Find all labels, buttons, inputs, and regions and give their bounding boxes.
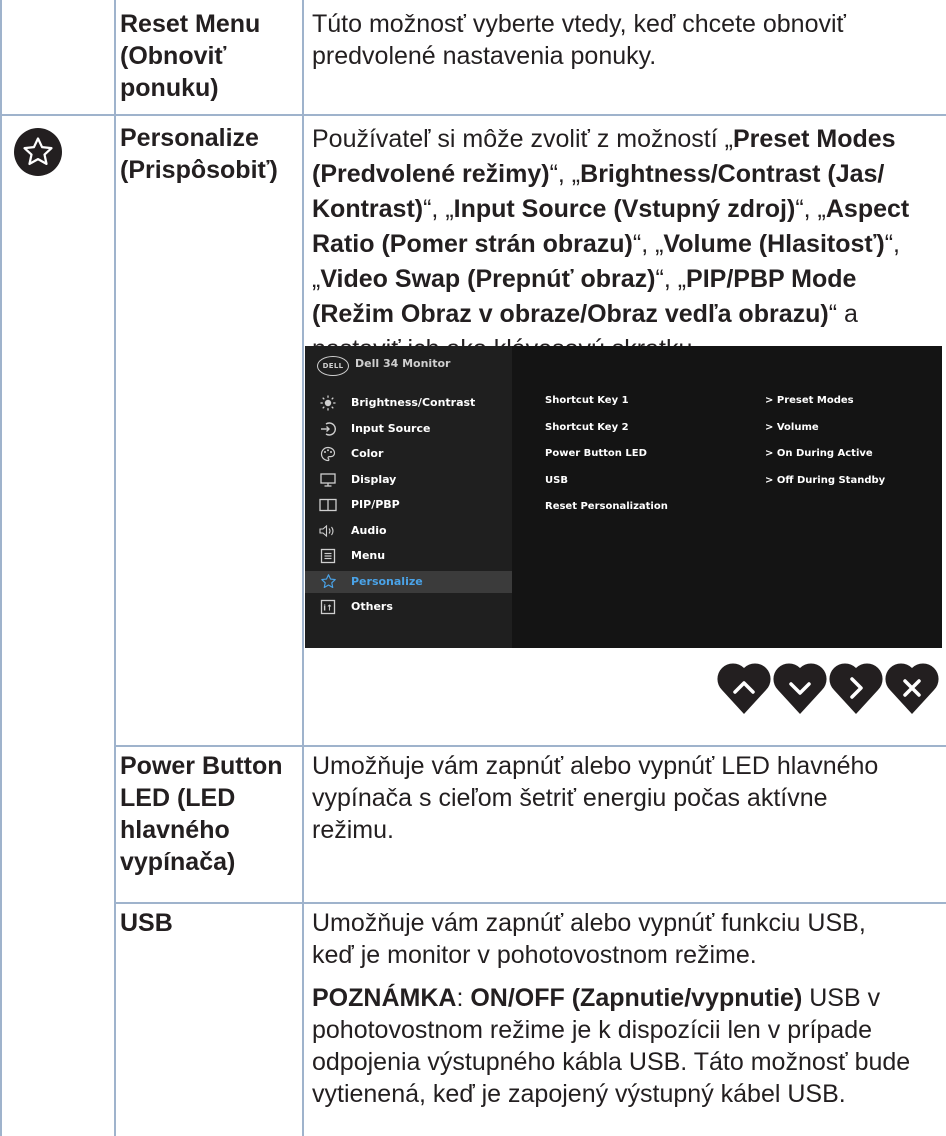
others-icon: i↑: [319, 599, 337, 615]
osd-menu-item-menu[interactable]: Menu: [305, 545, 512, 567]
osd-menu-label: PIP/PBP: [351, 498, 400, 511]
speaker-icon: [319, 523, 337, 539]
osd-settings-panel: Shortcut Key 1 > Preset Modes Shortcut Key…: [512, 346, 942, 648]
star-icon: [319, 574, 337, 590]
osd-setting-key: Reset Personalization: [545, 501, 668, 512]
sun-icon: [319, 395, 337, 411]
down-arrow-icon: [773, 663, 827, 714]
reset-menu-label: Reset Menu (Obnoviť ponuku): [120, 10, 261, 102]
osd-menu-item-color[interactable]: Color: [305, 443, 512, 465]
power-led-description: Umožňuje vám zapnúť alebo vypnúť LED hla…: [312, 752, 879, 844]
right-button[interactable]: [828, 660, 884, 716]
input-icon: [319, 421, 337, 437]
exit-button[interactable]: [884, 660, 940, 716]
personalize-description: Používateľ si môže zvoliť z možností „Pr…: [312, 125, 910, 363]
osd-setting-row[interactable]: Shortcut Key 2 > Volume: [512, 422, 942, 442]
osd-title: Dell 34 Monitor: [355, 357, 451, 370]
osd-menu-item-personalize[interactable]: Personalize: [305, 570, 512, 593]
up-arrow-icon: [717, 663, 771, 714]
osd-setting-key: Shortcut Key 1: [545, 395, 629, 406]
osd-menu-item-input-source[interactable]: Input Source: [305, 418, 512, 440]
table-border: [114, 902, 946, 904]
osd-menu-label: Input Source: [351, 421, 431, 435]
usb-note: POZNÁMKA: ON/OFF (Zapnutie/vypnutie) USB…: [312, 984, 911, 1108]
osd-setting-value: > On During Active: [765, 448, 873, 459]
osd-menu-label: Others: [351, 600, 393, 613]
osd-menu-item-display[interactable]: Display: [305, 469, 512, 491]
display-icon: [319, 472, 337, 488]
reset-menu-description: Túto možnosť vyberte vtedy, keď chcete o…: [312, 10, 846, 70]
osd-setting-key: USB: [545, 474, 568, 486]
osd-setting-value: > Preset Modes: [765, 395, 854, 406]
svg-text:i↑: i↑: [323, 604, 332, 613]
right-arrow-icon: [829, 663, 883, 714]
osd-setting-key: Shortcut Key 2: [545, 421, 629, 433]
usb-description: Umožňuje vám zapnúť alebo vypnúť funkciu…: [312, 909, 866, 969]
menu-icon: [319, 548, 337, 564]
table-border: [114, 745, 946, 747]
osd-menu-label: Brightness/Contrast: [351, 396, 476, 409]
osd-setting-row[interactable]: Power Button LED > On During Active: [512, 448, 942, 468]
usb-label: USB: [120, 909, 173, 937]
table-border: [0, 114, 946, 116]
osd-menu-label: Menu: [351, 549, 386, 562]
power-led-label: Power Button LED (LED hlavného vypínača): [120, 752, 283, 876]
osd-menu-item-others[interactable]: i↑ Others: [305, 596, 512, 618]
pip-icon: [319, 497, 337, 513]
osd-setting-row[interactable]: USB > Off During Standby: [512, 475, 942, 495]
osd-setting-value: > Off During Standby: [765, 474, 886, 486]
osd-menu-label: Personalize: [351, 574, 423, 588]
osd-sidebar: DELL Dell 34 Monitor Brightness/Contrast…: [305, 346, 512, 648]
palette-icon: [319, 446, 337, 462]
osd-setting-row[interactable]: Reset Personalization: [512, 501, 942, 521]
osd-setting-row[interactable]: Shortcut Key 1 > Preset Modes: [512, 395, 942, 415]
osd-menu-item-pip-pbp[interactable]: PIP/PBP: [305, 494, 512, 516]
osd-menu-item-audio[interactable]: Audio: [305, 520, 512, 542]
down-button[interactable]: [772, 660, 828, 716]
personalize-label: Personalize (Prispôsobiť): [120, 124, 278, 184]
dell-logo: DELL: [317, 356, 349, 376]
osd-menu-item-brightness-contrast[interactable]: Brightness/Contrast: [305, 392, 512, 414]
personalize-star-icon: [14, 128, 62, 176]
table-border: [114, 0, 116, 1136]
osd-setting-key: Power Button LED: [545, 448, 647, 459]
up-button[interactable]: [716, 660, 772, 716]
osd-setting-value: > Volume: [765, 421, 819, 433]
osd-menu-label: Display: [351, 472, 397, 486]
star-icon: [23, 137, 53, 166]
close-icon: [885, 663, 939, 714]
osd-menu-label: Audio: [351, 523, 387, 537]
osd-menu-screenshot: DELL Dell 34 Monitor Brightness/Contrast…: [305, 346, 942, 648]
osd-menu-label: Color: [351, 447, 384, 460]
table-border: [0, 0, 2, 1136]
table-border: [302, 0, 304, 1136]
